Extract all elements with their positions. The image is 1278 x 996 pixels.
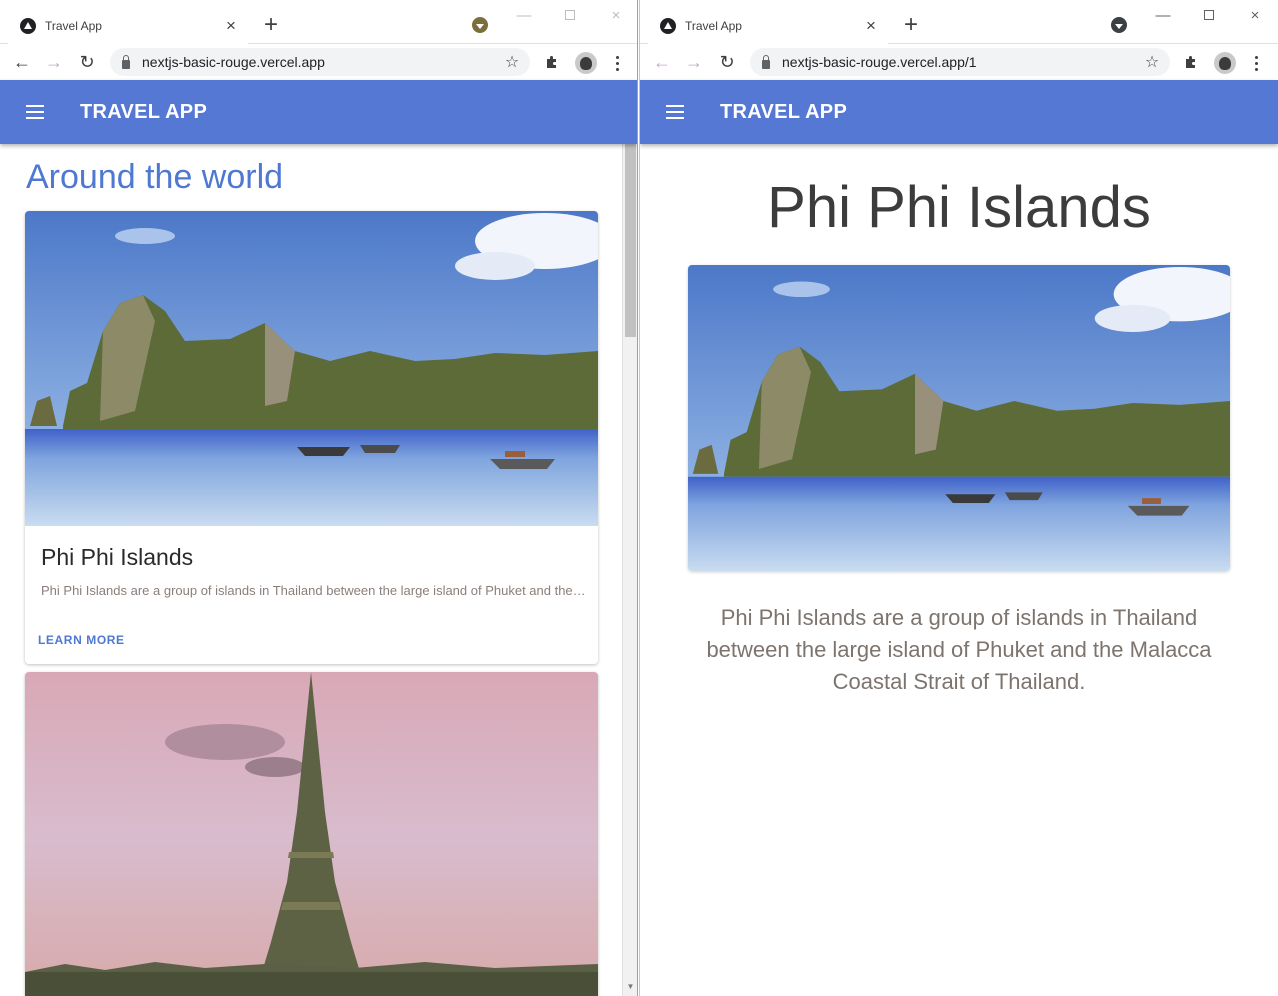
browser-window-right: Travel App × + — × ← → ↻ nextjs-basic-ro… [639,0,1278,996]
learn-more-button[interactable]: LEARN MORE [38,633,125,647]
lock-icon [762,54,770,69]
reload-button[interactable]: ↻ [73,48,101,76]
tab-strip: Travel App × + — × [0,0,637,44]
eiffel-tower-image[interactable] [25,672,598,996]
tab-title: Travel App [685,19,742,33]
browser-menu-icon[interactable] [1246,52,1266,74]
browser-toolbar: ← → ↻ nextjs-basic-rouge.vercel.app ☆ [0,44,637,80]
detail-description: Phi Phi Islands are a group of islands i… [706,605,1212,694]
hamburger-menu-icon[interactable] [666,100,690,124]
hamburger-menu-icon[interactable] [26,100,50,124]
bookmark-star-icon[interactable]: ☆ [500,52,524,72]
tab-search-icon[interactable] [1111,17,1127,33]
profile-avatar[interactable] [1214,52,1236,74]
url-text[interactable]: nextjs-basic-rouge.vercel.app/1 [782,54,1140,70]
maximize-icon [1204,10,1214,20]
destination-card[interactable]: Phi Phi Islands Phi Phi Islands are a gr… [25,211,598,664]
phi-phi-islands-image [688,265,1230,571]
app-title: TRAVEL APP [80,100,208,123]
tab-strip: Travel App × + — × [640,0,1278,44]
app-bar: TRAVEL APP [640,80,1278,144]
browser-window-left: Travel App × + — × ← → ↻ nextjs-basic-ro… [0,0,638,996]
forward-button[interactable]: → [40,48,68,76]
browser-tab[interactable]: Travel App × [8,8,248,44]
extensions-puzzle-icon[interactable] [544,54,560,70]
url-text[interactable]: nextjs-basic-rouge.vercel.app [142,54,500,70]
address-bar[interactable]: nextjs-basic-rouge.vercel.app ☆ [110,48,530,76]
maximize-button[interactable] [552,4,588,28]
bookmark-star-icon[interactable]: ☆ [1140,52,1164,72]
favicon-icon [660,18,676,34]
minimize-button[interactable]: — [1145,4,1181,28]
scroll-down-arrow-icon[interactable]: ▼ [623,980,637,994]
forward-button[interactable]: → [680,48,708,76]
app-bar: TRAVEL APP [0,80,637,144]
favicon-icon [20,18,36,34]
app-title: TRAVEL APP [720,100,848,123]
browser-toolbar: ← → ↻ nextjs-basic-rouge.vercel.app/1 ☆ [640,44,1278,80]
detail-content: Phi Phi Islands Phi Phi Islands are a gr… [640,144,1278,996]
back-button[interactable]: ← [648,48,676,76]
address-bar[interactable]: nextjs-basic-rouge.vercel.app/1 ☆ [750,48,1170,76]
card-title: Phi Phi Islands [41,544,194,570]
tab-close-icon[interactable]: × [220,15,242,37]
tab-close-icon[interactable]: × [860,15,882,37]
new-tab-button[interactable]: + [898,12,924,38]
destination-card[interactable] [25,672,598,996]
tab-search-icon[interactable] [472,17,488,33]
detail-title: Phi Phi Islands [767,175,1151,240]
maximize-icon [565,10,575,20]
maximize-button[interactable] [1191,4,1227,28]
close-window-button[interactable]: × [1237,4,1273,28]
reload-button[interactable]: ↻ [713,48,741,76]
detail-image-frame [688,265,1230,571]
browser-menu-icon[interactable] [607,52,627,74]
tab-title: Travel App [45,19,102,33]
profile-avatar[interactable] [575,52,597,74]
main-content: Around the world Phi Phi Islands Phi Phi… [0,144,622,996]
close-window-button[interactable]: × [598,4,634,28]
browser-tab[interactable]: Travel App × [648,8,888,44]
new-tab-button[interactable]: + [258,12,284,38]
extensions-puzzle-icon[interactable] [1183,54,1199,70]
page-scrollbar[interactable]: ▲ ▼ [622,80,637,996]
phi-phi-islands-image[interactable] [25,211,598,526]
minimize-button[interactable]: — [506,4,542,28]
back-button[interactable]: ← [8,48,36,76]
page-heading: Around the world [26,158,284,196]
card-description: Phi Phi Islands are a group of islands i… [41,583,586,598]
lock-icon [122,54,130,69]
